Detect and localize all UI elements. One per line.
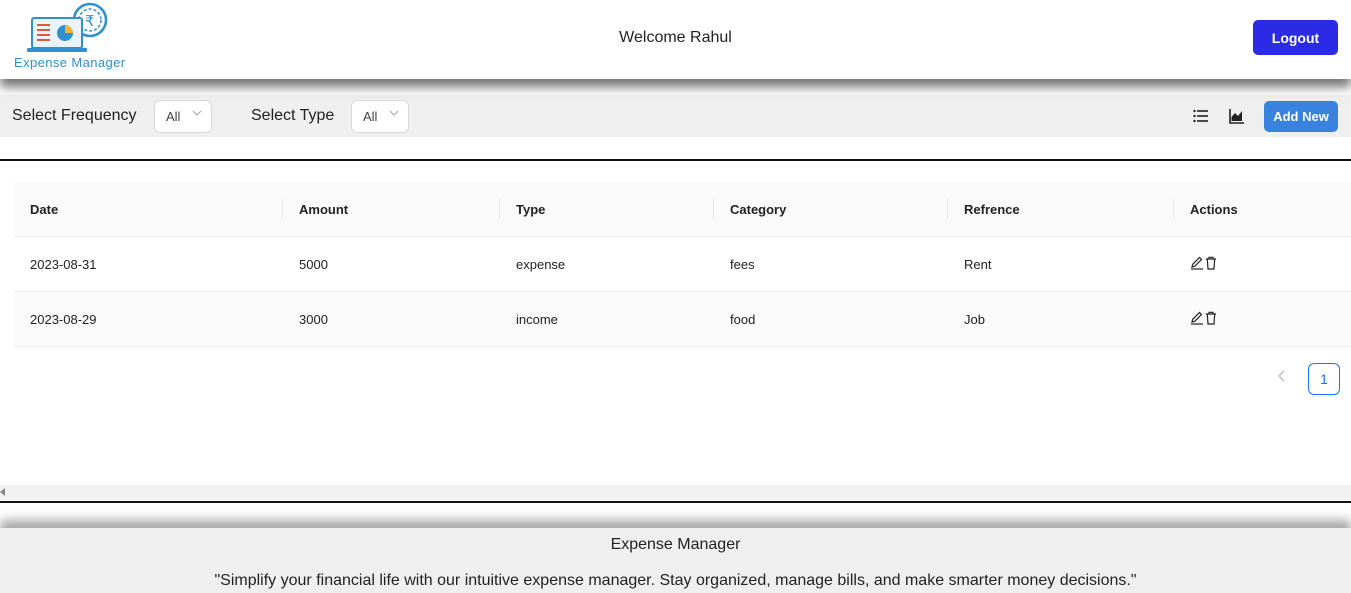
chart-view-icon[interactable] <box>1228 107 1246 125</box>
column-separator <box>1173 199 1174 219</box>
horizontal-scrollbar[interactable] <box>0 485 1351 500</box>
column-header-date[interactable]: Date <box>30 202 58 217</box>
cell-category: fees <box>730 257 755 272</box>
cell-reference: Job <box>964 312 985 327</box>
delete-icon[interactable] <box>1205 256 1217 270</box>
pagination-prev-icon[interactable] <box>1277 369 1287 385</box>
app-header: ₹ Expense Manager Welcome Rahul Logout <box>0 0 1351 79</box>
svg-text:₹: ₹ <box>85 12 95 30</box>
column-header-amount[interactable]: Amount <box>299 202 348 217</box>
column-header-type[interactable]: Type <box>516 202 545 217</box>
column-header-category[interactable]: Category <box>730 202 786 217</box>
footer-tagline: "Simplify your financial life with our i… <box>214 572 1137 589</box>
cell-amount: 3000 <box>299 312 328 327</box>
cell-type: income <box>516 312 558 327</box>
cell-date: 2023-08-29 <box>30 312 97 327</box>
row-actions <box>1190 256 1220 272</box>
add-new-button[interactable]: Add New <box>1264 101 1338 132</box>
edit-icon[interactable] <box>1190 311 1204 325</box>
pagination-page-button[interactable]: 1 <box>1308 363 1340 395</box>
cell-amount: 5000 <box>299 257 328 272</box>
cell-date: 2023-08-31 <box>30 257 97 272</box>
frequency-label: Select Frequency <box>12 107 137 124</box>
cell-category: food <box>730 312 756 327</box>
type-label: Select Type <box>251 107 335 124</box>
column-separator <box>947 199 948 219</box>
table-row[interactable]: 2023-08-29 3000 income food Job <box>14 292 1351 347</box>
logout-button[interactable]: Logout <box>1253 20 1338 55</box>
cell-type: expense <box>516 257 566 272</box>
filter-bar: Select Frequency All Select Type All Add… <box>0 95 1351 137</box>
scroll-left-icon[interactable] <box>0 488 6 498</box>
app-footer: Expense Manager "Simplify your financial… <box>0 528 1351 593</box>
divider-top <box>0 159 1351 161</box>
cell-reference: Rent <box>964 257 992 272</box>
delete-icon[interactable] <box>1205 311 1217 325</box>
frequency-select[interactable]: All <box>154 100 212 133</box>
table-row[interactable]: 2023-08-31 5000 expense fees Rent <box>14 237 1351 292</box>
column-separator <box>282 199 283 219</box>
table-header-row: Date Amount Type Category Refrence Actio… <box>14 182 1351 237</box>
column-header-actions: Actions <box>1190 202 1238 217</box>
type-select[interactable]: All <box>351 100 409 133</box>
column-separator <box>499 199 500 219</box>
column-separator <box>713 199 714 219</box>
list-view-icon[interactable] <box>1192 107 1210 125</box>
chevron-down-icon <box>389 108 399 121</box>
edit-icon[interactable] <box>1190 256 1204 270</box>
welcome-message: Welcome Rahul <box>619 29 732 46</box>
footer-title: Expense Manager <box>610 536 741 553</box>
logo-text: Expense Manager <box>14 55 126 70</box>
frequency-value: All <box>166 109 181 124</box>
column-header-reference[interactable]: Refrence <box>964 202 1020 217</box>
row-actions <box>1190 311 1220 327</box>
chevron-down-icon <box>192 108 202 121</box>
type-value: All <box>363 109 378 124</box>
divider-bottom <box>0 501 1351 503</box>
